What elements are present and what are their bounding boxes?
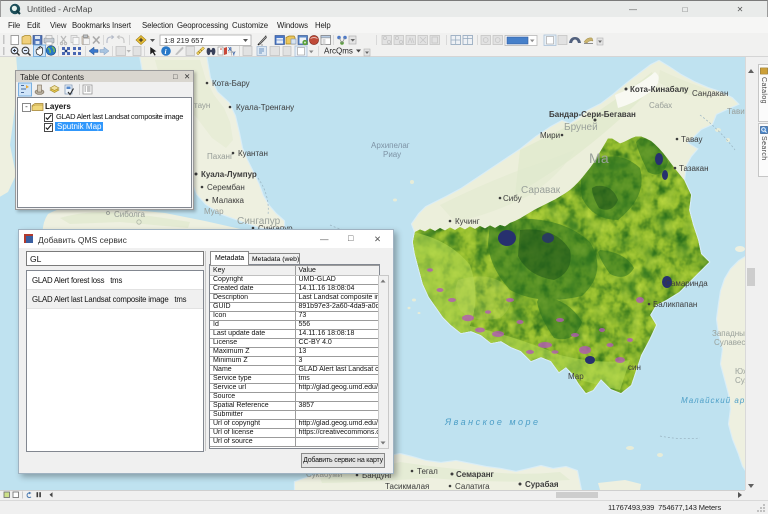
svg-text:Тави: Тави — [727, 107, 745, 116]
svg-text:Паханг: Паханг — [207, 152, 233, 161]
svg-text:Сингапур: Сингапур — [237, 216, 281, 227]
svg-text:Баликпапан: Баликпапан — [653, 300, 697, 309]
svg-text:Куантан: Куантан — [238, 149, 268, 158]
svg-text:Малайский арх: Малайский арх — [681, 396, 745, 405]
svg-text:Ма: Ма — [589, 150, 609, 166]
svg-text:Архипелаг: Архипелаг — [371, 141, 410, 150]
svg-text:1:8 219 657: 1:8 219 657 — [164, 36, 204, 45]
svg-text:Салатига: Салатига — [455, 482, 490, 490]
svg-text:Сандакан: Сандакан — [692, 89, 728, 98]
svg-text:Яванское море: Яванское море — [444, 417, 541, 427]
svg-text:Тазакан: Тазакан — [679, 164, 709, 173]
svg-text:Семаранг: Семаранг — [456, 470, 495, 479]
svg-text:Кучинг: Кучинг — [455, 217, 480, 226]
svg-text:Муар: Муар — [204, 207, 224, 216]
svg-text:Тавау: Тавау — [681, 135, 703, 144]
svg-text:Риау: Риау — [383, 150, 401, 159]
svg-text:Куала-Тренгану: Куала-Тренгану — [236, 103, 294, 112]
svg-text:Сиболга: Сиболга — [114, 210, 146, 219]
svg-text:ArcQms: ArcQms — [324, 47, 353, 56]
svg-text:Тасикмалая: Тасикмалая — [385, 482, 429, 490]
svg-text:Саравак: Саравак — [521, 185, 561, 196]
svg-text:син: син — [628, 363, 641, 372]
svg-text:Y: Y — [232, 52, 236, 58]
svg-text:Кота-Бару: Кота-Бару — [212, 79, 250, 88]
svg-text:Бандар-Сери-Бегаван: Бандар-Сери-Бегаван — [549, 110, 636, 119]
svg-text:Малакка: Малакка — [212, 196, 244, 205]
svg-text:Сулавеси: Сулавеси — [714, 338, 745, 347]
svg-text:Сул: Сул — [735, 376, 745, 385]
svg-text:Сурабая: Сурабая — [525, 480, 559, 489]
svg-text:Мири: Мири — [540, 131, 560, 140]
svg-text:Серембан: Серембан — [207, 183, 245, 192]
svg-text:Самаринда: Самаринда — [665, 279, 708, 288]
svg-text:Сабах: Сабах — [649, 101, 672, 110]
svg-text:Кота-Кинабалу: Кота-Кинабалу — [630, 85, 689, 94]
svg-text:Бруней: Бруней — [564, 122, 598, 133]
svg-text:Западный: Западный — [712, 329, 745, 338]
svg-text:Юж: Юж — [735, 367, 745, 376]
svg-text:Тегал: Тегал — [417, 467, 438, 476]
svg-text:Сибу: Сибу — [503, 194, 522, 203]
svg-text:Мар: Мар — [568, 372, 584, 381]
svg-text:таун: таун — [194, 101, 210, 110]
svg-text:Куала-Лумпур: Куала-Лумпур — [201, 170, 257, 179]
